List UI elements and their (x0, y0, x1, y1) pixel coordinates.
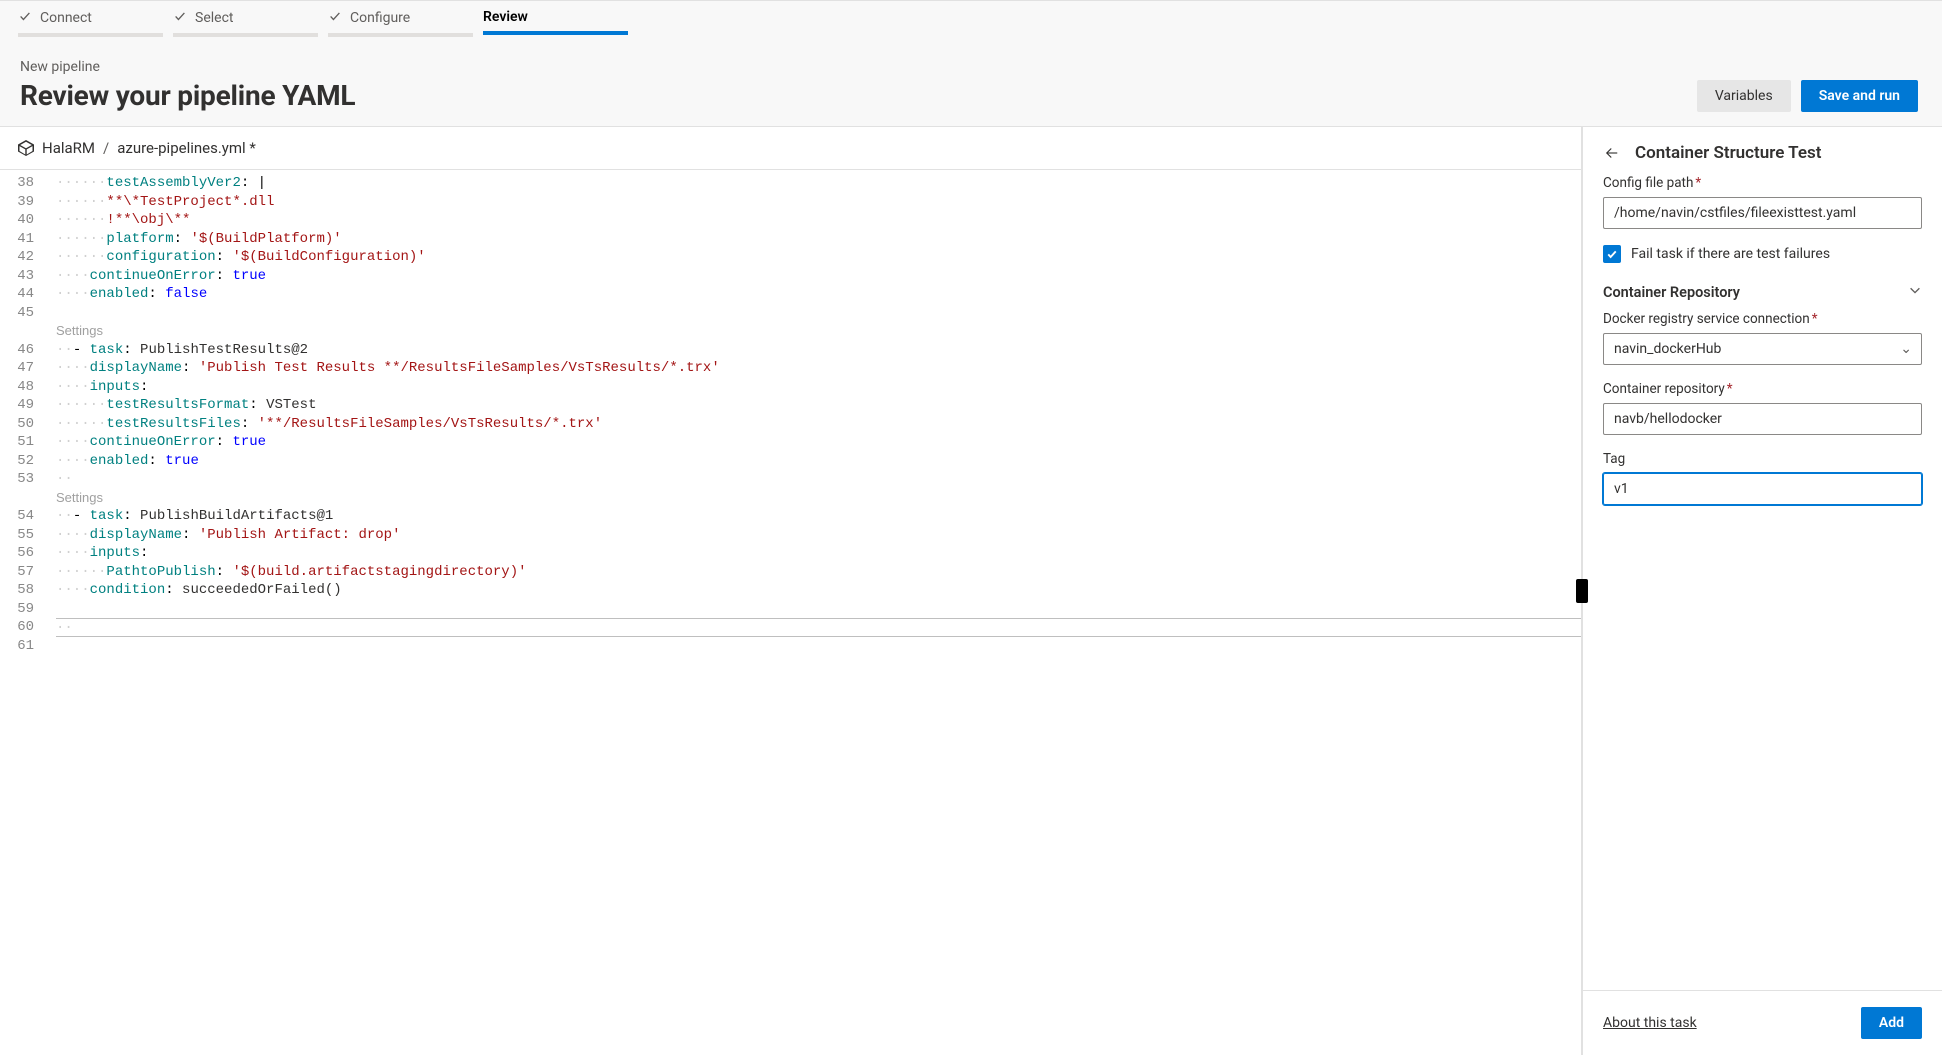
about-task-link[interactable]: About this task (1603, 1015, 1697, 1031)
check-icon (328, 9, 342, 27)
wizard-step-configure[interactable]: Configure (328, 9, 473, 37)
container-repo-input[interactable] (1603, 403, 1922, 435)
code-line[interactable]: ······platform: '$(BuildPlatform)' (56, 230, 1581, 249)
code-line[interactable]: ··- task: PublishBuildArtifacts@1 (56, 507, 1581, 526)
line-number: 61 (0, 637, 48, 656)
code-line[interactable] (56, 304, 1581, 323)
line-number: 55 (0, 526, 48, 545)
code-line[interactable] (56, 600, 1581, 619)
line-number: 46 (0, 341, 48, 360)
line-number: 42 (0, 248, 48, 267)
code-line[interactable]: ······testResultsFiles: '**/ResultsFileS… (56, 415, 1581, 434)
line-number: 60 (0, 618, 48, 637)
save-and-run-button[interactable]: Save and run (1801, 80, 1918, 112)
code-line[interactable]: ····displayName: 'Publish Test Results *… (56, 359, 1581, 378)
repo-name[interactable]: HalaRM (42, 139, 95, 157)
repo-icon (18, 140, 34, 156)
code-line[interactable]: ····continueOnError: true (56, 267, 1581, 286)
file-breadcrumb: HalaRM / azure-pipelines.yml * (0, 127, 1581, 170)
container-repo-label: Container repository* (1603, 381, 1922, 397)
line-number: 49 (0, 396, 48, 415)
code-line[interactable]: ··- task: PublishTestResults@2 (56, 341, 1581, 360)
line-number: 43 (0, 267, 48, 286)
code-line[interactable]: ····continueOnError: true (56, 433, 1581, 452)
fail-task-checkbox[interactable] (1603, 245, 1621, 263)
line-number: 53 (0, 470, 48, 489)
codelens-settings[interactable]: Settings (56, 322, 1581, 341)
line-number: 38 (0, 174, 48, 193)
code-line[interactable]: ······testResultsFormat: VSTest (56, 396, 1581, 415)
file-name: azure-pipelines.yml * (117, 139, 256, 157)
wizard-step-label: Review (483, 9, 528, 25)
code-line[interactable] (56, 637, 1581, 656)
code-line[interactable]: ····enabled: true (56, 452, 1581, 471)
breadcrumb: New pipeline (20, 59, 355, 75)
code-line[interactable]: ·· (56, 618, 1581, 637)
wizard-step-connect[interactable]: Connect (18, 9, 163, 37)
tag-label: Tag (1603, 451, 1922, 467)
line-number: 59 (0, 600, 48, 619)
line-number: 48 (0, 378, 48, 397)
line-number: 54 (0, 507, 48, 526)
line-number: 51 (0, 433, 48, 452)
line-number: 50 (0, 415, 48, 434)
code-line[interactable]: ······configuration: '$(BuildConfigurati… (56, 248, 1581, 267)
breadcrumb-sep: / (103, 139, 109, 157)
line-number: 58 (0, 581, 48, 600)
code-line[interactable]: ······**\*TestProject*.dll (56, 193, 1581, 212)
wizard-stepper: Connect Select Configure Review (0, 0, 1942, 37)
check-icon (173, 9, 187, 27)
code-line[interactable]: ····enabled: false (56, 285, 1581, 304)
line-number: 45 (0, 304, 48, 323)
line-number: 57 (0, 563, 48, 582)
code-line[interactable]: ······testAssemblyVer2: | (56, 174, 1581, 193)
add-button[interactable]: Add (1861, 1007, 1922, 1039)
line-number: 41 (0, 230, 48, 249)
docker-conn-select[interactable] (1603, 333, 1922, 365)
wizard-step-label: Select (195, 10, 233, 26)
wizard-step-label: Connect (40, 10, 92, 26)
code-line[interactable]: ······PathtoPublish: '$(build.artifactst… (56, 563, 1581, 582)
line-number: 40 (0, 211, 48, 230)
tag-input[interactable] (1603, 473, 1922, 505)
line-number: 52 (0, 452, 48, 471)
back-arrow-icon[interactable] (1603, 144, 1621, 162)
wizard-step-review[interactable]: Review (483, 9, 628, 37)
variables-button[interactable]: Variables (1697, 80, 1791, 112)
line-number: 56 (0, 544, 48, 563)
container-repository-section[interactable]: Container Repository (1603, 279, 1922, 311)
config-path-label: Config file path* (1603, 175, 1922, 191)
line-number: 39 (0, 193, 48, 212)
yaml-editor[interactable]: 3839404142434445 4647484950515253 545556… (0, 170, 1581, 1055)
chevron-down-icon (1908, 283, 1922, 301)
code-line[interactable]: ····condition: succeededOrFailed() (56, 581, 1581, 600)
line-number: 47 (0, 359, 48, 378)
config-path-input[interactable] (1603, 197, 1922, 229)
code-line[interactable]: ····inputs: (56, 544, 1581, 563)
codelens-settings[interactable]: Settings (56, 489, 1581, 508)
wizard-step-label: Configure (350, 10, 410, 26)
wizard-step-select[interactable]: Select (173, 9, 318, 37)
editor-pane: HalaRM / azure-pipelines.yml * 383940414… (0, 127, 1582, 1055)
docker-conn-label: Docker registry service connection* (1603, 311, 1922, 327)
task-assistant-panel: Container Structure Test Config file pat… (1582, 127, 1942, 1055)
container-repository-section-label: Container Repository (1603, 284, 1740, 301)
line-number: 44 (0, 285, 48, 304)
code-line[interactable]: ····inputs: (56, 378, 1581, 397)
check-icon (18, 9, 32, 27)
fail-task-checkbox-label: Fail task if there are test failures (1631, 246, 1830, 262)
resize-handle[interactable] (1576, 579, 1588, 603)
panel-title: Container Structure Test (1635, 143, 1821, 163)
page-title: Review your pipeline YAML (20, 79, 355, 112)
code-line[interactable]: ·· (56, 470, 1581, 489)
title-row: New pipeline Review your pipeline YAML V… (0, 37, 1942, 127)
code-line[interactable]: ····displayName: 'Publish Artifact: drop… (56, 526, 1581, 545)
code-line[interactable]: ······!**\obj\** (56, 211, 1581, 230)
